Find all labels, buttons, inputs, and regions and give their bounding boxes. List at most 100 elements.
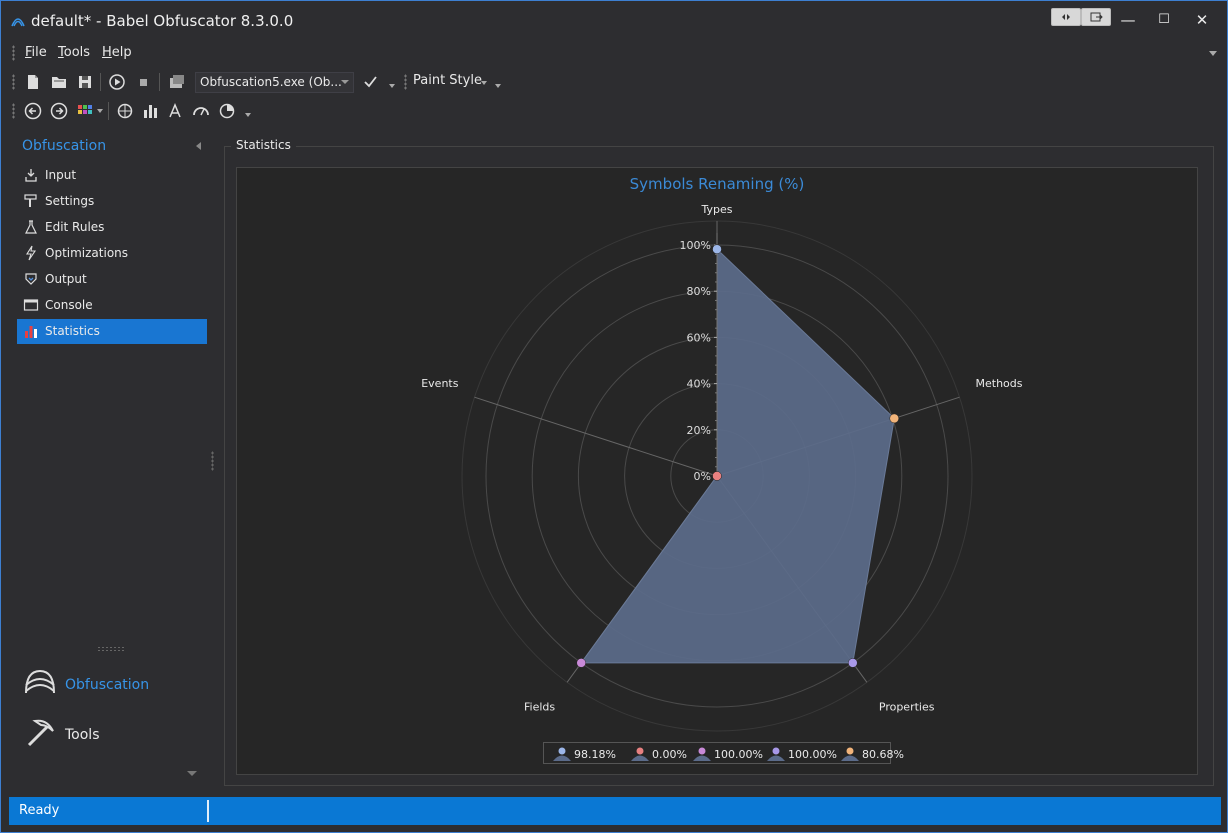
sidebar-item-label: Settings	[45, 194, 95, 208]
chevron-down-icon	[341, 80, 349, 84]
status-bar: Ready	[9, 797, 1221, 825]
open-file-icon[interactable]	[49, 72, 69, 92]
menu-file[interactable]: File	[25, 45, 47, 60]
toolbar-separator	[159, 73, 160, 91]
legend-marker-icon	[841, 747, 859, 761]
target-assembly-value: Obfuscation5.exe (Ob...	[200, 75, 342, 89]
chart-area-icon[interactable]	[115, 101, 135, 121]
nav-tools[interactable]: Tools	[23, 715, 203, 759]
save-icon[interactable]	[75, 72, 95, 92]
category-label: Fields	[524, 700, 555, 713]
sidebar-item-settings[interactable]: Settings	[17, 189, 207, 214]
legend-marker-icon	[767, 747, 785, 761]
legend-label: 0.00%	[652, 748, 687, 761]
data-point	[712, 244, 722, 254]
close-button[interactable]: ✕	[1185, 9, 1219, 31]
status-text: Ready	[19, 803, 60, 818]
status-separator	[207, 800, 209, 822]
sidebar-item-edit-rules[interactable]: Edit Rules	[17, 215, 207, 240]
data-point	[848, 658, 858, 668]
obfuscation-icon	[25, 669, 55, 694]
pickaxe-icon	[27, 719, 54, 747]
menu-bar: File Tools Help	[9, 41, 1221, 65]
toolbar-overflow-icon[interactable]	[245, 113, 251, 117]
palette-icon[interactable]	[75, 101, 95, 121]
target-assembly-select[interactable]: Obfuscation5.exe (Ob...	[195, 72, 354, 93]
chart-legend: 98.18% 0.00% 100.00% 100.00% 80.68%	[543, 742, 904, 764]
paint-style-caret-icon[interactable]	[481, 81, 487, 85]
chart-title: Symbols Renaming (%)	[629, 175, 805, 193]
menu-help[interactable]: Help	[102, 45, 132, 60]
flask-icon	[25, 220, 37, 234]
minimize-button[interactable]: —	[1111, 9, 1145, 31]
legend-label: 100.00%	[714, 748, 763, 761]
legend-marker-icon	[553, 747, 571, 761]
category-label: Types	[701, 203, 733, 216]
legend-marker-icon	[693, 747, 711, 761]
toolbar-overflow-icon[interactable]	[389, 84, 395, 88]
view-switch-icon[interactable]	[1051, 8, 1081, 26]
category-label: Properties	[879, 700, 935, 713]
maximize-button[interactable]: ☐	[1147, 9, 1181, 31]
toolbar-grip[interactable]	[404, 74, 407, 90]
sidebar-item-output[interactable]: Output	[17, 267, 207, 292]
new-file-icon[interactable]	[23, 72, 43, 92]
axis-tick-label: 100%	[680, 239, 711, 252]
stop-icon[interactable]	[133, 72, 153, 92]
back-icon[interactable]	[23, 101, 43, 121]
output-icon	[25, 273, 37, 285]
palette-caret-icon[interactable]	[97, 109, 103, 113]
axis-tick-label: 40%	[687, 378, 711, 391]
assembly-icon[interactable]	[167, 72, 187, 92]
axis-tick-label: 80%	[687, 285, 711, 298]
run-icon[interactable]	[107, 72, 127, 92]
sidebar-item-console[interactable]: Console	[17, 293, 207, 318]
legend-label: 80.68%	[862, 748, 904, 761]
sidebar-more-icon[interactable]	[187, 771, 197, 776]
checkmark-icon[interactable]	[361, 72, 381, 92]
app-window: default* - Babel Obfuscator 8.3.0.0 — ☐ …	[0, 0, 1228, 833]
menu-overflow-icon[interactable]	[1209, 51, 1217, 56]
vertical-splitter[interactable]	[211, 451, 214, 471]
pie-chart-icon[interactable]	[217, 101, 237, 121]
sidebar-item-label: Statistics	[45, 324, 100, 338]
paint-style-dropdown[interactable]: Paint Style	[413, 73, 482, 88]
sidebar-item-label: Optimizations	[45, 246, 129, 260]
sidebar-splitter[interactable]	[97, 646, 125, 652]
window-title: default* - Babel Obfuscator 8.3.0.0	[31, 12, 294, 30]
category-label: Events	[421, 377, 459, 390]
radar-chart: 0% 20% 40% 60% 80% 100% Types Methods Properties…	[421, 203, 1023, 732]
menu-tools[interactable]: Tools	[58, 45, 90, 60]
axis-tick-label: 20%	[687, 424, 711, 437]
console-icon	[23, 299, 39, 311]
toolbar-grip[interactable]	[12, 103, 15, 119]
collapse-sidebar-icon[interactable]	[196, 142, 201, 150]
restore-layout-icon[interactable]	[1081, 8, 1111, 26]
sidebar-item-statistics[interactable]: Statistics	[17, 319, 207, 344]
data-point	[889, 413, 899, 424]
nav-obfuscation[interactable]: Obfuscation	[23, 665, 203, 709]
data-point	[576, 658, 586, 668]
forward-icon[interactable]	[49, 101, 69, 121]
sidebar-item-label: Console	[45, 298, 93, 312]
lightning-icon	[26, 245, 37, 261]
nav-tools-label: Tools	[65, 727, 100, 743]
legend-label: 100.00%	[788, 748, 837, 761]
legend-label: 98.18%	[574, 748, 616, 761]
toolbar-separator	[108, 102, 109, 120]
toolbar-overflow-icon[interactable]	[495, 84, 501, 88]
sidebar-item-input[interactable]: Input	[17, 163, 207, 188]
nav-obfuscation-label: Obfuscation	[65, 677, 150, 693]
legend-marker-icon	[631, 747, 649, 761]
axis-tick-label: 0%	[694, 470, 711, 483]
toolbar-grip[interactable]	[12, 74, 15, 90]
bar-chart-icon[interactable]	[141, 101, 161, 121]
babel-logo-icon	[11, 18, 25, 27]
sidebar-item-optimizations[interactable]: Optimizations	[17, 241, 207, 266]
menu-grip[interactable]	[12, 45, 15, 61]
bar-chart-icon	[25, 326, 37, 338]
text-style-icon[interactable]	[165, 101, 185, 121]
category-label: Methods	[976, 377, 1023, 390]
gauge-icon[interactable]	[191, 101, 211, 121]
sidebar: Obfuscation Input Settings Edit Rules Op…	[9, 131, 211, 793]
